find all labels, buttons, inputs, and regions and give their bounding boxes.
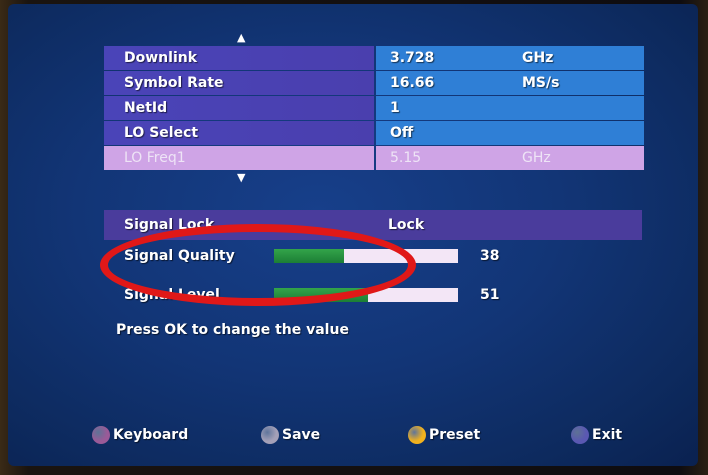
hint-text: Press OK to change the value: [116, 322, 349, 338]
tv-screen: ▲ Downlink 3.728 GHz Symbol Rate 16.66 M…: [8, 4, 698, 466]
red-highlight-ellipse: [100, 224, 416, 306]
signal-level-value: 51: [480, 287, 500, 303]
row-unit: GHz: [504, 146, 644, 170]
exit-color-dot-icon: [571, 426, 589, 444]
row-value: 16.66: [376, 71, 504, 95]
row-label: LO Freq1: [104, 146, 374, 170]
row-value: 1: [376, 96, 504, 120]
scroll-down-arrow-icon[interactable]: ▼: [237, 172, 245, 183]
row-unit: MS/s: [504, 71, 644, 95]
row-label: LO Select: [104, 121, 374, 145]
row-lo-select[interactable]: LO Select Off: [104, 121, 644, 145]
tv-bezel: ▲ Downlink 3.728 GHz Symbol Rate 16.66 M…: [0, 0, 708, 475]
row-downlink[interactable]: Downlink 3.728 GHz: [104, 46, 644, 70]
row-label: Symbol Rate: [104, 71, 374, 95]
preset-label: Preset: [429, 427, 481, 443]
footer-bar: Keyboard Save Preset Exit: [8, 426, 698, 456]
row-value: Off: [376, 121, 504, 145]
save-color-dot-icon: [261, 426, 279, 444]
preset-button[interactable]: Preset: [408, 426, 480, 444]
row-unit: [504, 96, 644, 120]
row-symbol-rate[interactable]: Symbol Rate 16.66 MS/s: [104, 71, 644, 95]
row-value: 3.728: [376, 46, 504, 70]
signal-lock-value: Lock: [374, 210, 642, 240]
signal-quality-value: 38: [480, 248, 500, 264]
row-value: 5.15: [376, 146, 504, 170]
row-unit: GHz: [504, 46, 644, 70]
row-unit: [504, 121, 644, 145]
scroll-up-arrow-icon[interactable]: ▲: [237, 32, 245, 43]
row-label: NetId: [104, 96, 374, 120]
row-lo-freq1-selected[interactable]: LO Freq1 5.15 GHz: [104, 146, 644, 170]
save-label: Save: [282, 427, 321, 443]
row-label: Downlink: [104, 46, 374, 70]
save-button[interactable]: Save: [261, 426, 320, 444]
keyboard-button[interactable]: Keyboard: [92, 426, 188, 444]
keyboard-color-dot-icon: [92, 426, 110, 444]
row-netid[interactable]: NetId 1: [104, 96, 644, 120]
keyboard-label: Keyboard: [113, 427, 189, 443]
settings-table: Downlink 3.728 GHz Symbol Rate 16.66 MS/…: [104, 46, 644, 171]
exit-label: Exit: [592, 427, 623, 443]
exit-button[interactable]: Exit: [571, 426, 622, 444]
preset-color-dot-icon: [408, 426, 426, 444]
